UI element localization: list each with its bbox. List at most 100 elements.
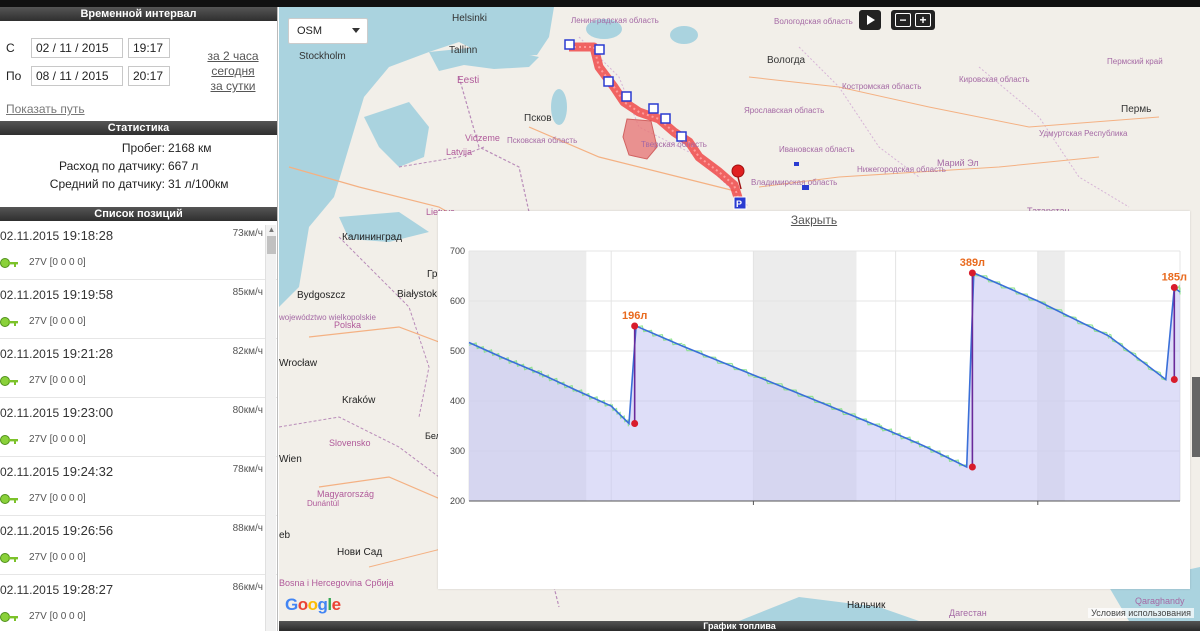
position-item[interactable]: 02.11.2015 19:21:28 82км/ч 27V [0 0 0 0] — [0, 339, 277, 398]
map-label-bih: Bosna i Hercegovina — [279, 578, 363, 588]
map-label-mari-el: Марий Эл — [937, 158, 979, 168]
map-label-pskov: Псков — [524, 113, 552, 124]
show-path-link[interactable]: Показать путь — [6, 102, 85, 116]
stat-row: Расход по датчику: 667 л — [0, 157, 277, 175]
chevron-down-icon — [352, 28, 360, 33]
position-item[interactable]: 02.11.2015 19:18:28 73км/ч 27V [0 0 0 0] — [0, 221, 277, 280]
map-label-wien: Wien — [279, 454, 302, 465]
map-label-bydgoszcz: Bydgoszcz — [297, 290, 346, 301]
position-date: 02.11.2015 — [0, 347, 60, 361]
refuel-end-point — [631, 322, 639, 330]
fuel-chart-bar[interactable]: График топлива — [279, 621, 1200, 631]
interval-header: Временной интервал — [0, 7, 277, 21]
map-label-helsinki: Helsinki — [452, 13, 488, 24]
positions-scrollbar[interactable]: ▲ — [265, 225, 276, 631]
position-item[interactable]: 02.11.2015 19:23:00 80км/ч 27V [0 0 0 0] — [0, 398, 277, 457]
refuel-start-point — [631, 420, 639, 427]
fuel-chart-panel: Закрыть 200 300 400 500 600 700 196л 389л 185л — [438, 211, 1190, 589]
map-label-stockholm: Stockholm — [299, 51, 346, 62]
to-time-input[interactable] — [128, 66, 170, 86]
refuel-label: 185л — [1162, 272, 1187, 284]
position-item[interactable]: 02.11.2015 19:19:58 85км/ч 27V [0 0 0 0] — [0, 280, 277, 339]
ignition-key-icon — [0, 611, 18, 622]
top-strip — [0, 0, 1200, 7]
map-label-yaroslavl-obl: Ярославская область — [744, 106, 825, 115]
to-label: По — [6, 69, 22, 83]
position-speed: 88км/ч — [232, 523, 263, 534]
map-layer-select[interactable]: OSM — [288, 18, 368, 44]
panel-resize-handle[interactable] — [1192, 377, 1200, 457]
stats-panel: Пробег: 2168 км Расход по датчику: 667 л… — [0, 135, 277, 207]
map-label-leningrad-obl: Ленинградская область — [571, 16, 659, 25]
position-datetime: 02.11.2015 19:19:58 — [0, 287, 113, 302]
from-time-input[interactable] — [128, 38, 170, 58]
position-sensors: 27V [0 0 0 0] — [29, 611, 86, 622]
refuel-start-point — [968, 463, 976, 471]
position-speed: 86км/ч — [232, 582, 263, 593]
position-item[interactable]: 02.11.2015 19:28:27 86км/ч 27V [0 0 0 0] — [0, 575, 277, 631]
map-label-vladimir-obl: Владимирская область — [751, 178, 838, 187]
map-label-krakow: Kraków — [342, 395, 376, 406]
interval-panel: С По за 2 часа сегодня за сутки Показать… — [0, 21, 277, 121]
y-tick-label: 400 — [450, 396, 465, 406]
position-datetime: 02.11.2015 19:24:32 — [0, 464, 113, 479]
map-label-qaragha: Qaraghandy — [1135, 596, 1185, 606]
zoom-in-button[interactable]: + — [915, 13, 931, 27]
y-tick-label: 300 — [450, 446, 465, 456]
position-date: 02.11.2015 — [0, 288, 60, 302]
stat-label: Расход по датчику: — [59, 159, 165, 173]
map-layer-value: OSM — [297, 25, 323, 37]
last-2-hours-link[interactable]: за 2 часа — [203, 49, 263, 63]
terms-link[interactable]: Условия использования — [1088, 608, 1194, 618]
play-button[interactable] — [859, 10, 881, 30]
y-tick-label: 700 — [450, 246, 465, 256]
position-datetime: 02.11.2015 19:23:00 — [0, 405, 113, 420]
map-label-perm-krai: Пермский край — [1107, 57, 1163, 66]
position-time: 19:21:28 — [62, 346, 114, 361]
svg-text:P: P — [736, 199, 742, 209]
stat-label: Средний по датчику: — [49, 177, 165, 191]
today-link[interactable]: сегодня — [203, 64, 263, 78]
position-time: 19:28:27 — [62, 582, 114, 597]
position-sensors: 27V [0 0 0 0] — [29, 434, 86, 445]
stat-row: Средний по датчику: 31 л/100км — [0, 175, 277, 193]
scroll-thumb[interactable] — [267, 236, 276, 254]
map-label-slovensko: Slovensko — [329, 438, 371, 448]
position-speed: 85км/ч — [232, 287, 263, 298]
position-item[interactable]: 02.11.2015 19:26:56 88км/ч 27V [0 0 0 0] — [0, 516, 277, 575]
position-item[interactable]: 02.11.2015 19:24:32 78км/ч 27V [0 0 0 0] — [0, 457, 277, 516]
refuel-label: 196л — [622, 310, 647, 322]
position-datetime: 02.11.2015 19:26:56 — [0, 523, 113, 538]
sidebar: Временной интервал С По за 2 часа сегодн… — [0, 7, 278, 631]
positions-list: 02.11.2015 19:18:28 73км/ч 27V [0 0 0 0] 02… — [0, 221, 277, 631]
map-label-tallinn: Tallinn — [449, 45, 478, 56]
position-sensors: 27V [0 0 0 0] — [29, 375, 86, 386]
to-date-input[interactable] — [31, 66, 123, 86]
map-label-dagestan: Дагестан — [949, 608, 987, 618]
ignition-key-icon — [0, 434, 18, 445]
map-label-srbija: Србија — [365, 578, 394, 588]
map-label-kostroma-obl: Костромская область — [842, 82, 922, 91]
map-label-nalchik: Нальчик — [847, 600, 886, 611]
zoom-out-button[interactable]: − — [895, 13, 911, 27]
position-time: 19:19:58 — [62, 287, 114, 302]
map-label-gr: Гр — [427, 269, 438, 280]
refuel-end-point — [1170, 284, 1178, 291]
from-date-input[interactable] — [31, 38, 123, 58]
scroll-up-icon[interactable]: ▲ — [267, 225, 276, 234]
map-label-tver-obl: Тверская область — [641, 140, 707, 149]
position-date: 02.11.2015 — [0, 229, 60, 243]
position-sensors: 27V [0 0 0 0] — [29, 257, 86, 268]
ignition-key-icon — [0, 316, 18, 327]
map-label-vidzeme: Vidzeme — [465, 133, 500, 143]
stat-value: 2168 км — [168, 141, 212, 155]
position-datetime: 02.11.2015 19:18:28 — [0, 228, 113, 243]
map-label-vologda-obl: Вологодская область — [774, 17, 853, 26]
fuel-chart: 200 300 400 500 600 700 196л 389л 185л — [450, 246, 1187, 506]
refuel-label: 389л — [960, 257, 985, 269]
position-date: 02.11.2015 — [0, 524, 60, 538]
map-label-eesti: Eesti — [457, 75, 480, 86]
last-day-link[interactable]: за сутки — [203, 79, 263, 93]
map-label-vologda: Вологда — [767, 55, 806, 66]
stat-row: Пробег: 2168 км — [0, 139, 277, 157]
